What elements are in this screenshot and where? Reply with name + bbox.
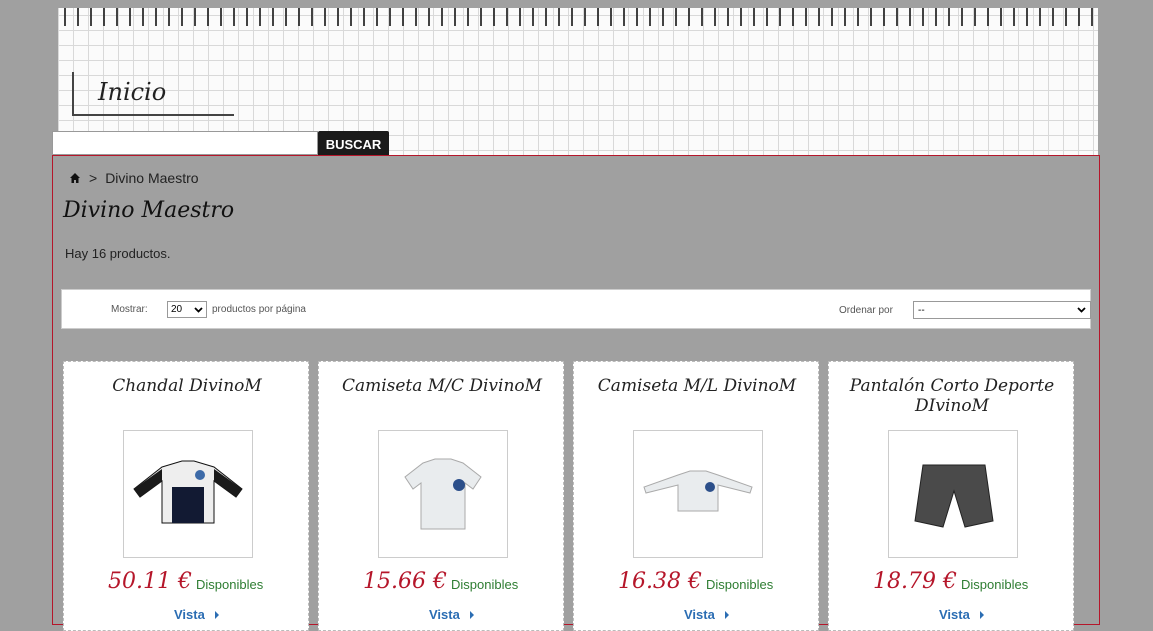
- order-label: Ordenar por: [839, 305, 893, 316]
- product-card: Chandal DivinoM 50.11 € Disponibles Vist…: [63, 361, 309, 631]
- category-content: > Divino Maestro Divino Maestro Hay 16 p…: [52, 155, 1100, 631]
- availability-label: Disponibles: [706, 577, 774, 592]
- short-sleeve-shirt-image: [404, 458, 482, 530]
- chevron-down-icon: [194, 306, 203, 313]
- product-price: 16.38 €: [618, 569, 702, 594]
- page: Inicio BUSCAR > Divino Maestro Divino Ma…: [52, 0, 1100, 631]
- chevron-right-icon: [979, 610, 984, 619]
- product-title[interactable]: Chandal DivinoM: [74, 376, 300, 396]
- product-card: Camiseta M/L DivinoM 16.38 € Disponibles…: [573, 361, 819, 631]
- spiral-band: [58, 0, 1098, 8]
- product-card: Camiseta M/C DivinoM 15.66 € Disponibles…: [318, 361, 564, 631]
- search-button[interactable]: BUSCAR: [318, 131, 389, 157]
- product-title[interactable]: Camiseta M/L DivinoM: [584, 376, 810, 396]
- breadcrumb-current: Divino Maestro: [105, 170, 199, 186]
- product-price: 15.66 €: [363, 569, 447, 594]
- per-page-select[interactable]: 20: [167, 301, 207, 318]
- chevron-right-icon: [214, 610, 219, 619]
- product-title[interactable]: Pantalón Corto Deporte DIvinoM: [839, 376, 1065, 416]
- sort-toolbar: Mostrar: 20 productos por página Ordenar…: [61, 289, 1091, 329]
- chevron-right-icon: [469, 610, 474, 619]
- per-page-label: productos por página: [212, 304, 306, 315]
- show-label: Mostrar:: [111, 304, 148, 315]
- chevron-down-icon: [1077, 307, 1086, 313]
- availability-label: Disponibles: [961, 577, 1029, 592]
- search-input[interactable]: [52, 131, 318, 155]
- shorts-image: [914, 464, 994, 528]
- order-select[interactable]: --: [913, 301, 1091, 319]
- per-page-value: 20: [171, 304, 183, 315]
- home-icon[interactable]: [69, 172, 81, 184]
- product-price: 50.11 €: [108, 569, 192, 594]
- breadcrumb-separator: >: [89, 170, 98, 186]
- availability-label: Disponibles: [451, 577, 519, 592]
- long-sleeve-shirt-image: [643, 470, 753, 512]
- chevron-right-icon: [724, 610, 729, 619]
- product-count: Hay 16 productos.: [65, 246, 171, 261]
- product-title[interactable]: Camiseta M/C DivinoM: [329, 376, 555, 396]
- inicio-link-box[interactable]: Inicio: [72, 72, 234, 116]
- breadcrumb: > Divino Maestro: [69, 170, 199, 186]
- product-image[interactable]: [378, 430, 508, 558]
- product-image[interactable]: [123, 430, 253, 558]
- inicio-link[interactable]: Inicio: [98, 78, 166, 106]
- tracksuit-jacket-image: [133, 460, 243, 524]
- spiral-binding: [58, 8, 1098, 26]
- product-image[interactable]: [888, 430, 1018, 558]
- product-image[interactable]: [633, 430, 763, 558]
- category-title: Divino Maestro: [63, 198, 235, 223]
- order-value: --: [918, 304, 925, 316]
- availability-label: Disponibles: [196, 577, 264, 592]
- product-card: Pantalón Corto Deporte DIvinoM 18.79 € D…: [828, 361, 1074, 631]
- product-price: 18.79 €: [873, 569, 957, 594]
